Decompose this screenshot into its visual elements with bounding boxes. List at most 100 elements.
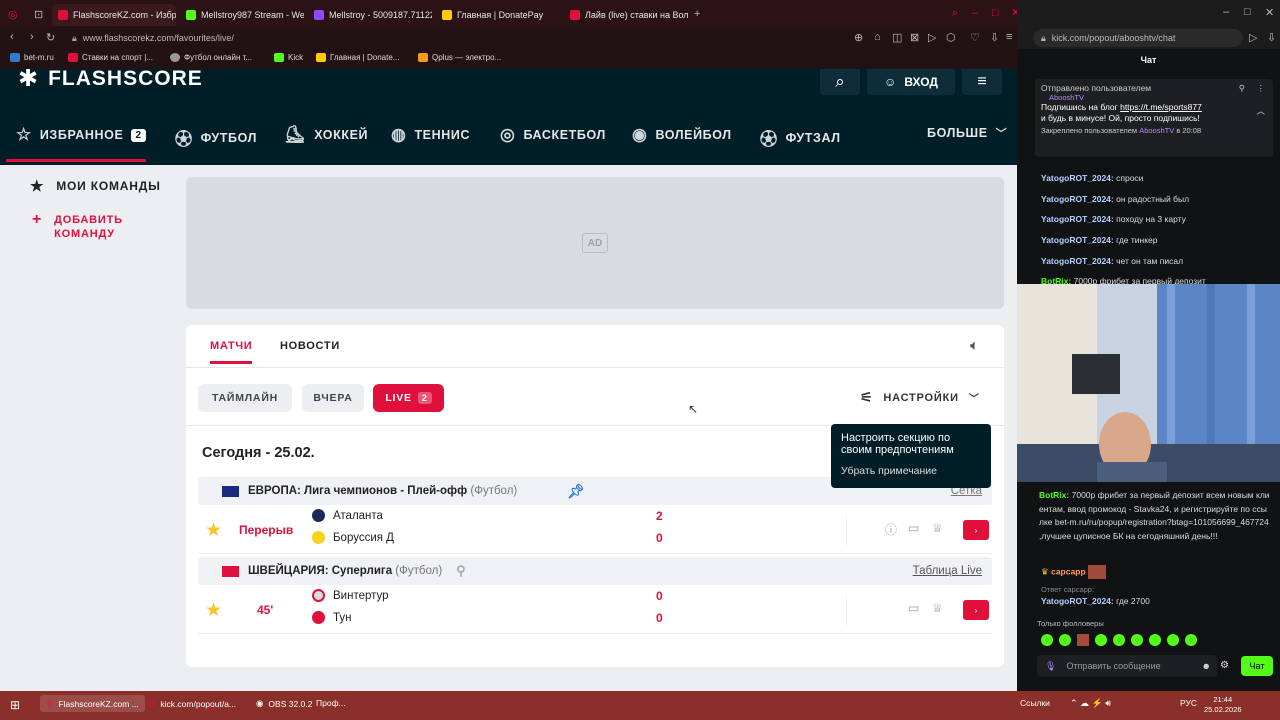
login-button[interactable]: ☺ ВХОД bbox=[867, 69, 955, 95]
bet-button[interactable]: › bbox=[963, 600, 989, 620]
emote-icon[interactable] bbox=[1041, 634, 1053, 646]
league-header-swiss[interactable]: ШВЕЙЦАРИЯ: Суперлига (Футбол) ⚲ Таблица … bbox=[198, 557, 992, 585]
bookmark-stavki[interactable]: Ставки на спорт |... bbox=[68, 53, 153, 62]
nav-volleyball[interactable]: ◉ ВОЛЕЙБОЛ bbox=[632, 125, 732, 145]
search-button[interactable]: ⌕ bbox=[820, 69, 860, 95]
flashscore-logo[interactable]: ✱ FLASHSCORE bbox=[18, 69, 203, 91]
filter-yesterday[interactable]: ВЧЕРА bbox=[302, 384, 364, 412]
nav-favorites[interactable]: ☆ ИЗБРАННОЕ 2 bbox=[16, 125, 146, 145]
nav-futsal[interactable]: ⚽︎ ФУТЗАЛ bbox=[760, 125, 841, 150]
pin-icon[interactable]: ⚲ bbox=[456, 563, 466, 579]
nav-football[interactable]: ⚽︎ ФУТБОЛ bbox=[175, 125, 257, 150]
match-row-winterthur[interactable]: ★ 45' Винтертур Тун 0 0 ▭ ♕ › bbox=[186, 587, 1004, 633]
info-icon[interactable]: ⓘ bbox=[885, 521, 897, 538]
nav-hockey[interactable]: ⛸︎ ХОККЕЙ bbox=[284, 125, 368, 145]
nav-basketball[interactable]: ◎ БАСКЕТБОЛ bbox=[500, 125, 606, 145]
bookmark-betm[interactable]: bet-m.ru bbox=[10, 53, 54, 62]
back-icon[interactable]: ‹ bbox=[10, 31, 14, 43]
minimize-icon[interactable]: – bbox=[1223, 6, 1229, 18]
bookmark-icon[interactable]: ⌂ bbox=[874, 31, 881, 43]
pinned-link[interactable]: https://t.me/sports877 bbox=[1120, 102, 1202, 112]
maximize-icon[interactable]: □ bbox=[992, 7, 999, 19]
emote-icon[interactable] bbox=[1059, 634, 1071, 646]
add-team-button[interactable]: + ДОБАВИТЬ КОМАНДУ bbox=[32, 212, 134, 241]
tab-news[interactable]: НОВОСТИ bbox=[280, 340, 340, 352]
tab-mellstroy[interactable]: Mellstroy - 5009187.71122 bbox=[308, 4, 432, 26]
download-icon[interactable]: ⇩ bbox=[990, 31, 999, 44]
favorite-star-icon[interactable]: ★ bbox=[205, 519, 222, 542]
tab-menu-icon[interactable]: ⊡ bbox=[34, 8, 43, 21]
minimize-icon[interactable]: – bbox=[972, 7, 978, 19]
chat-url-field[interactable]: 🔒︎ kick.com/popout/abooshtv/chat bbox=[1033, 29, 1243, 47]
taskbar-item-flashscore[interactable]: ◎ FlashscoreKZ.com ... bbox=[40, 695, 145, 712]
tray-icons[interactable]: ⌃ ☁ ⚡ 🔊︎ bbox=[1070, 698, 1111, 709]
favorite-star-icon[interactable]: ★ bbox=[205, 599, 222, 622]
filter-timeline[interactable]: ТАЙМЛАЙН bbox=[198, 384, 292, 412]
send-page-icon[interactable]: ▷ bbox=[1249, 31, 1257, 44]
bookmark-football[interactable]: Футбол онлайн т... bbox=[170, 53, 252, 62]
adblock-icon[interactable]: ⊠ bbox=[910, 31, 919, 44]
opera-logo-icon[interactable]: ◎ bbox=[8, 8, 18, 21]
new-tab-icon[interactable]: + bbox=[694, 8, 700, 20]
emote-icon[interactable] bbox=[1149, 634, 1161, 646]
pin-icon[interactable]: ⚲ bbox=[1239, 83, 1245, 94]
match-row-atalanta[interactable]: ★ Перерыв Аталанта Боруссия Д 2 0 ⓘ ▭ ♕ … bbox=[186, 507, 1004, 553]
microphone-icon[interactable]: 🎙︎ bbox=[1045, 661, 1056, 672]
emote-icon[interactable] bbox=[1185, 634, 1197, 646]
bookmark-qplus[interactable]: Qplus — электро... bbox=[418, 53, 501, 62]
language-indicator[interactable]: РУС bbox=[1180, 698, 1197, 708]
emote-icon[interactable] bbox=[1113, 634, 1125, 646]
emote-icon[interactable] bbox=[1167, 634, 1179, 646]
windows-start-icon[interactable]: ⊞ bbox=[10, 698, 20, 712]
nav-more[interactable]: БОЛЬШЕ ﹀ bbox=[927, 125, 1007, 141]
forward-icon[interactable]: › bbox=[30, 31, 34, 43]
more-options-icon[interactable]: ⋮ bbox=[1257, 83, 1266, 94]
tab-flashscore[interactable]: FlashscoreKZ.com - Избр bbox=[52, 4, 176, 26]
taskbar-item-obs[interactable]: ◉ OBS 32.0.2 bbox=[256, 698, 312, 709]
heart-icon[interactable]: ♡ bbox=[970, 31, 980, 44]
tab-matches[interactable]: МАТЧИ bbox=[210, 340, 252, 352]
sound-icon[interactable]: 🔈︎ bbox=[970, 337, 979, 354]
bet-button[interactable]: › bbox=[963, 520, 989, 540]
zoom-icon[interactable]: ⊕ bbox=[854, 31, 863, 44]
close-window-icon[interactable]: ✕ bbox=[1265, 6, 1274, 19]
tab-donatepay[interactable]: Главная | DonatePay bbox=[436, 4, 560, 26]
taskbar-item-profile[interactable]: Проф... bbox=[316, 698, 346, 708]
tab-kick-stream[interactable]: Mellstroy987 Stream - We bbox=[180, 4, 304, 26]
url-field[interactable]: 🔒︎ www.flashscorekz.com/favourites/live/ bbox=[64, 29, 844, 47]
filter-live[interactable]: LIVE 2 bbox=[373, 384, 444, 412]
chat-input[interactable]: 🎙︎ Отправить сообщение ☻ bbox=[1037, 655, 1217, 677]
emote-icon[interactable] bbox=[1131, 634, 1143, 646]
links-toolbar[interactable]: Ссылки bbox=[1020, 698, 1050, 708]
pin-active-icon[interactable]: 📌︎ bbox=[567, 483, 585, 500]
live-table-link[interactable]: Таблица Live bbox=[913, 565, 982, 577]
search-tabs-icon[interactable]: ⌕ bbox=[952, 7, 958, 20]
bookmark-donate[interactable]: Главная | Donate... bbox=[316, 53, 399, 62]
pinned-author[interactable]: AbooshTV bbox=[1049, 93, 1267, 102]
emoji-icon[interactable]: ☻ bbox=[1202, 661, 1211, 671]
maximize-icon[interactable]: □ bbox=[1244, 6, 1251, 18]
dismiss-tooltip-link[interactable]: Убрать примечание bbox=[841, 465, 981, 477]
chevron-up-icon[interactable]: ︿ bbox=[1256, 105, 1265, 117]
nav-tennis[interactable]: ◍ ТЕННИС bbox=[391, 125, 470, 145]
settings-gear-icon[interactable]: ⚙ bbox=[1220, 660, 1229, 671]
clock[interactable]: 21:44 25.02.2026 bbox=[1204, 695, 1242, 715]
menu-icon[interactable]: ≡ bbox=[1006, 31, 1012, 43]
taskbar-item-kick[interactable]: ◎ kick.com/popout/a... bbox=[148, 698, 236, 709]
emote-icon[interactable] bbox=[1077, 634, 1089, 646]
send-chat-button[interactable]: Чат bbox=[1241, 656, 1273, 676]
snapshot-icon[interactable]: ◫ bbox=[892, 31, 902, 44]
emote-icon[interactable] bbox=[1095, 634, 1107, 646]
extensions-icon[interactable]: ⬡ bbox=[946, 31, 956, 44]
settings-button[interactable]: ⚟ НАСТРОЙКИ ﹀ bbox=[860, 389, 980, 406]
bookmark-kick[interactable]: Kick bbox=[274, 53, 303, 62]
hamburger-menu-button[interactable]: ≡ bbox=[962, 69, 1002, 95]
download-icon[interactable]: ⇩ bbox=[1267, 31, 1276, 44]
tv-icon[interactable]: ▭ bbox=[908, 521, 919, 535]
shirt-icon[interactable]: ♕ bbox=[932, 521, 943, 535]
player-icon[interactable]: ▷ bbox=[928, 31, 936, 44]
tv-icon[interactable]: ▭ bbox=[908, 601, 919, 615]
shirt-icon[interactable]: ♕ bbox=[932, 601, 943, 615]
reload-icon[interactable]: ↻ bbox=[46, 31, 55, 44]
tab-live-bets[interactable]: Лайв (live) ставки на Вол bbox=[564, 4, 690, 26]
